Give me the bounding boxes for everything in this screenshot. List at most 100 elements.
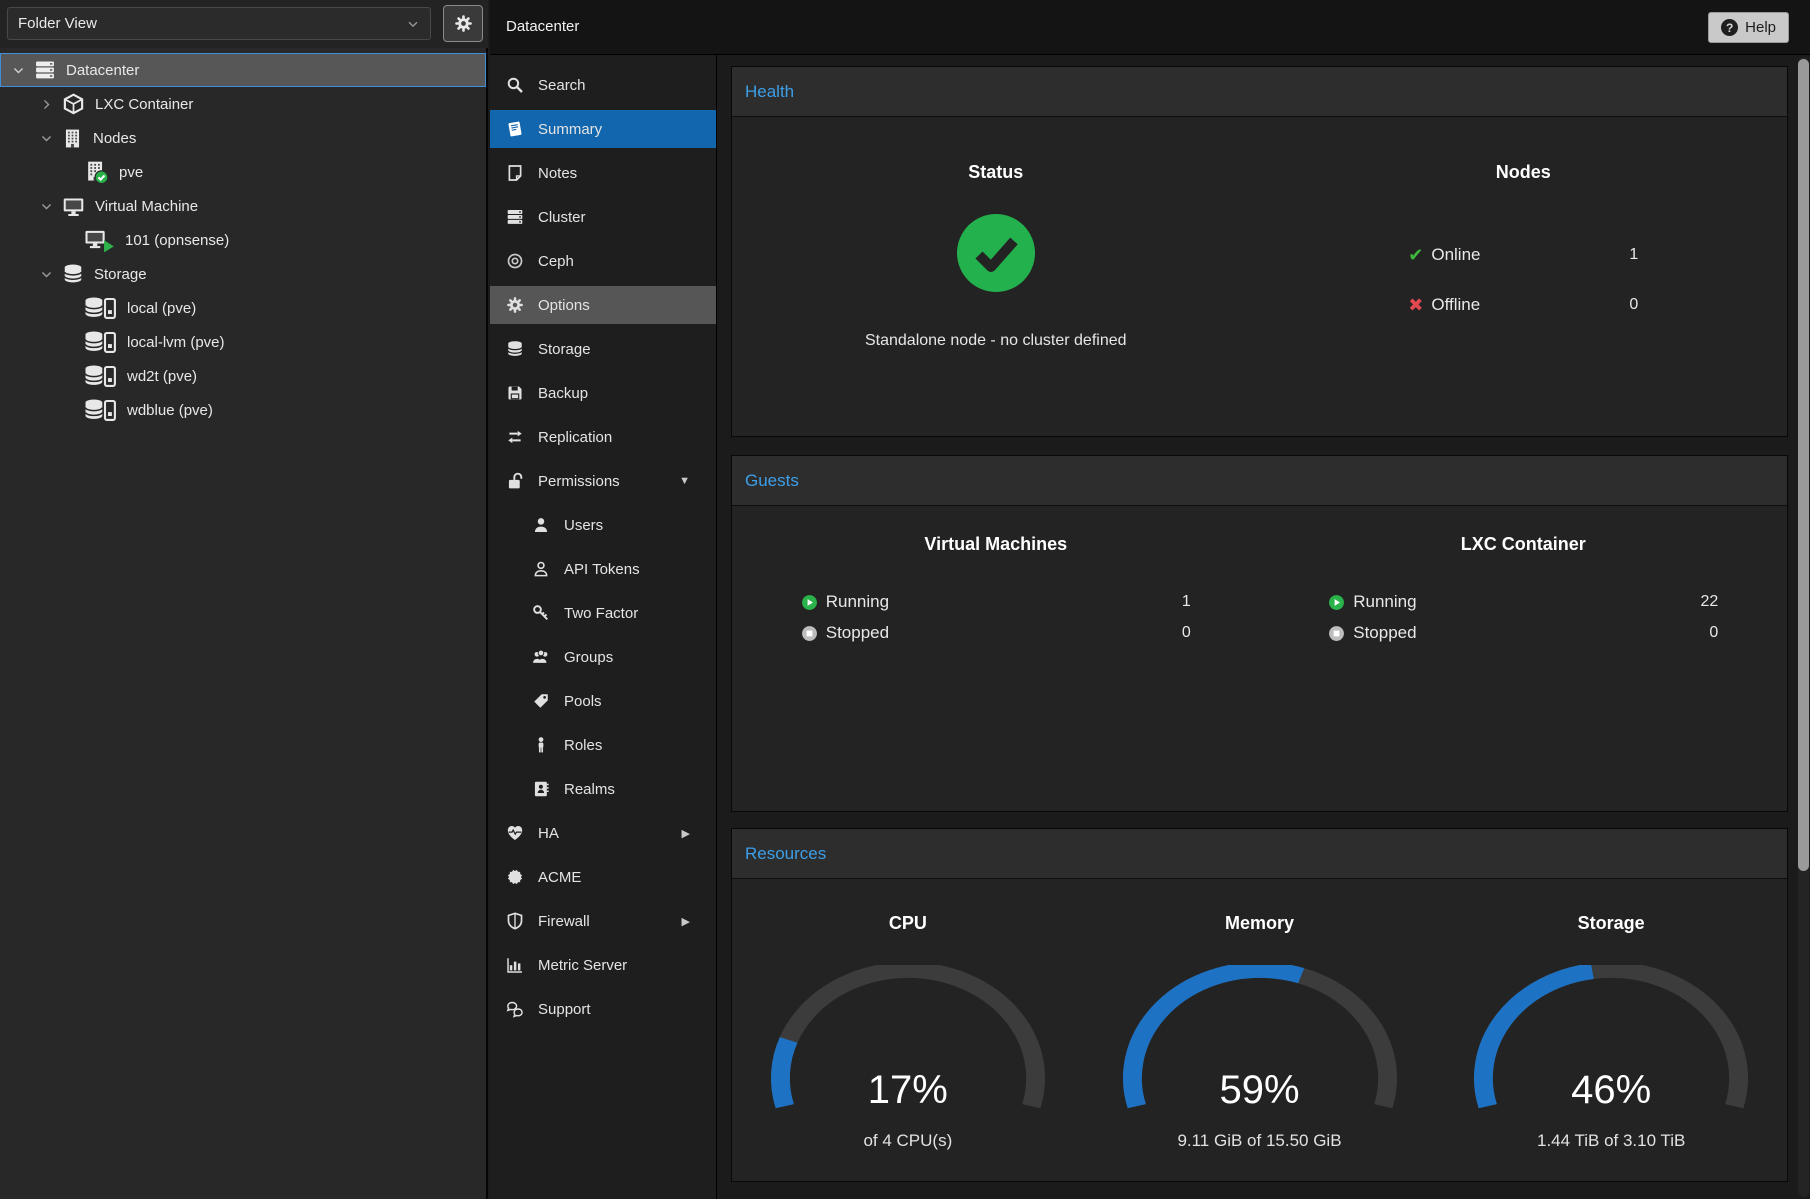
menu-item-pools[interactable]: Pools xyxy=(490,682,716,720)
menu-item-label: Ceph xyxy=(538,253,574,270)
tree-item-vm-101[interactable]: 101 (opnsense) xyxy=(0,223,486,257)
storage-gauge-column: Storage 46% 1.44 TiB of 3.10 TiB xyxy=(1435,879,1787,1151)
menu-item-label: Storage xyxy=(538,341,591,358)
menu-item-label: ACME xyxy=(538,869,581,886)
scrollbar-thumb[interactable] xyxy=(1798,59,1809,871)
server-stack-icon xyxy=(504,208,526,226)
database-icon xyxy=(62,263,84,285)
lxc-stopped-row: Stopped 0 xyxy=(1328,619,1718,647)
summary-content: Health Status Standalone node - no clust… xyxy=(718,55,1810,1199)
tree-item-label: wd2t (pve) xyxy=(127,368,197,385)
menu-item-ha[interactable]: HA xyxy=(490,814,716,852)
menu-item-support[interactable]: Support xyxy=(490,990,716,1028)
help-button[interactable]: Help xyxy=(1708,12,1789,43)
tree-item-lxc-container[interactable]: LXC Container xyxy=(0,87,486,121)
tree-item-label: Datacenter xyxy=(66,62,139,79)
menu-item-realms[interactable]: Realms xyxy=(490,770,716,808)
tree-item-storage-local[interactable]: local (pve) xyxy=(0,291,486,325)
menu-item-backup[interactable]: Backup xyxy=(490,374,716,412)
tree-item-virtual-machine[interactable]: Virtual Machine xyxy=(0,189,486,223)
menu-item-label: Permissions xyxy=(538,473,620,490)
building-icon xyxy=(62,128,83,149)
menu-item-label: Options xyxy=(538,297,590,314)
status-message: Standalone node - no cluster defined xyxy=(865,332,1127,350)
row-value: 0 xyxy=(1629,296,1638,314)
menu-item-cluster[interactable]: Cluster xyxy=(490,198,716,236)
resources-panel: Resources CPU 17% of 4 CPU(s) Memory xyxy=(731,828,1788,1182)
health-nodes-column: Nodes Online 1 Offline 0 xyxy=(1260,117,1788,350)
expand-arrow-icon[interactable] xyxy=(682,827,690,840)
tree-item-pve[interactable]: pve xyxy=(0,155,486,189)
database-drive-icon xyxy=(84,364,117,388)
menu-item-two-factor[interactable]: Two Factor xyxy=(490,594,716,632)
row-label: Stopped xyxy=(826,623,889,643)
tree-settings-button[interactable] xyxy=(443,5,483,42)
stop-circle-icon xyxy=(1328,625,1345,642)
tree-item-storage[interactable]: Storage xyxy=(0,257,486,291)
memory-caption: 9.11 GiB of 15.50 GiB xyxy=(1177,1131,1341,1151)
menu-item-replication[interactable]: Replication xyxy=(490,418,716,456)
menu-item-api-tokens[interactable]: API Tokens xyxy=(490,550,716,588)
guests-panel-body: Virtual Machines Running 1 Stopped 0 xyxy=(732,506,1787,647)
chevron-down-icon[interactable] xyxy=(40,268,62,281)
play-circle-icon xyxy=(801,594,818,611)
menu-item-label: Search xyxy=(538,77,586,94)
nodes-online-row: Online 1 xyxy=(1408,240,1638,270)
tree-item-storage-wdblue[interactable]: wdblue (pve) xyxy=(0,393,486,427)
check-icon xyxy=(1408,245,1423,266)
menu-item-users[interactable]: Users xyxy=(490,506,716,544)
menu-item-roles[interactable]: Roles xyxy=(490,726,716,764)
chevron-right-icon[interactable] xyxy=(40,98,62,111)
menu-item-acme[interactable]: ACME xyxy=(490,858,716,896)
cpu-gauge-column: CPU 17% of 4 CPU(s) xyxy=(732,879,1084,1151)
menu-item-ceph[interactable]: Ceph xyxy=(490,242,716,280)
row-value: 1 xyxy=(1629,246,1638,264)
menu-item-search[interactable]: Search xyxy=(490,66,716,104)
view-mode-select[interactable]: Folder View xyxy=(7,7,431,40)
vm-heading: Virtual Machines xyxy=(924,534,1067,558)
collapse-arrow-icon[interactable] xyxy=(679,475,690,487)
cpu-gauge: 17% xyxy=(763,965,1053,1115)
menu-item-groups[interactable]: Groups xyxy=(490,638,716,676)
status-heading: Status xyxy=(968,162,1023,184)
menu-item-summary[interactable]: Summary xyxy=(490,110,716,148)
tree-item-label: pve xyxy=(119,164,143,181)
address-book-icon xyxy=(530,780,552,798)
nodes-heading: Nodes xyxy=(1496,162,1551,184)
menu-item-firewall[interactable]: Firewall xyxy=(490,902,716,940)
row-label: Running xyxy=(826,592,889,612)
tree-item-storage-wd2t[interactable]: wd2t (pve) xyxy=(0,359,486,393)
help-button-label: Help xyxy=(1745,19,1776,36)
tree-item-nodes[interactable]: Nodes xyxy=(0,121,486,155)
menu-item-label: Notes xyxy=(538,165,577,182)
note-icon xyxy=(504,164,526,182)
row-label: Online xyxy=(1431,245,1480,265)
sync-arrows-icon xyxy=(504,428,526,446)
view-selector-bar: Folder View xyxy=(0,0,488,48)
server-stack-icon xyxy=(34,59,56,81)
health-panel-header: Health xyxy=(732,67,1787,117)
menu-item-label: API Tokens xyxy=(564,561,640,578)
health-status-column: Status Standalone node - no cluster defi… xyxy=(732,117,1260,350)
guests-lxc-column: LXC Container Running 22 Stopped 0 xyxy=(1260,506,1788,647)
menu-item-options[interactable]: Options xyxy=(490,286,716,324)
menu-item-label: Support xyxy=(538,1001,591,1018)
row-value: 0 xyxy=(1182,624,1191,642)
menu-item-metric-server[interactable]: Metric Server xyxy=(490,946,716,984)
menu-item-notes[interactable]: Notes xyxy=(490,154,716,192)
lxc-heading: LXC Container xyxy=(1461,534,1586,558)
seal-badge-icon xyxy=(504,868,526,886)
menu-item-permissions[interactable]: Permissions xyxy=(490,462,716,500)
row-label: Stopped xyxy=(1353,623,1416,643)
chevron-down-icon[interactable] xyxy=(40,132,62,145)
book-icon xyxy=(504,120,526,138)
chevron-down-icon[interactable] xyxy=(40,200,62,213)
tree-item-datacenter[interactable]: Datacenter xyxy=(0,53,486,87)
expand-arrow-icon[interactable] xyxy=(682,915,690,928)
menu-item-storage[interactable]: Storage xyxy=(490,330,716,368)
menu-item-label: Replication xyxy=(538,429,612,446)
tree-item-storage-local-lvm[interactable]: local-lvm (pve) xyxy=(0,325,486,359)
menu-item-label: Realms xyxy=(564,781,615,798)
chevron-down-icon[interactable] xyxy=(12,64,34,77)
tag-icon xyxy=(530,692,552,710)
